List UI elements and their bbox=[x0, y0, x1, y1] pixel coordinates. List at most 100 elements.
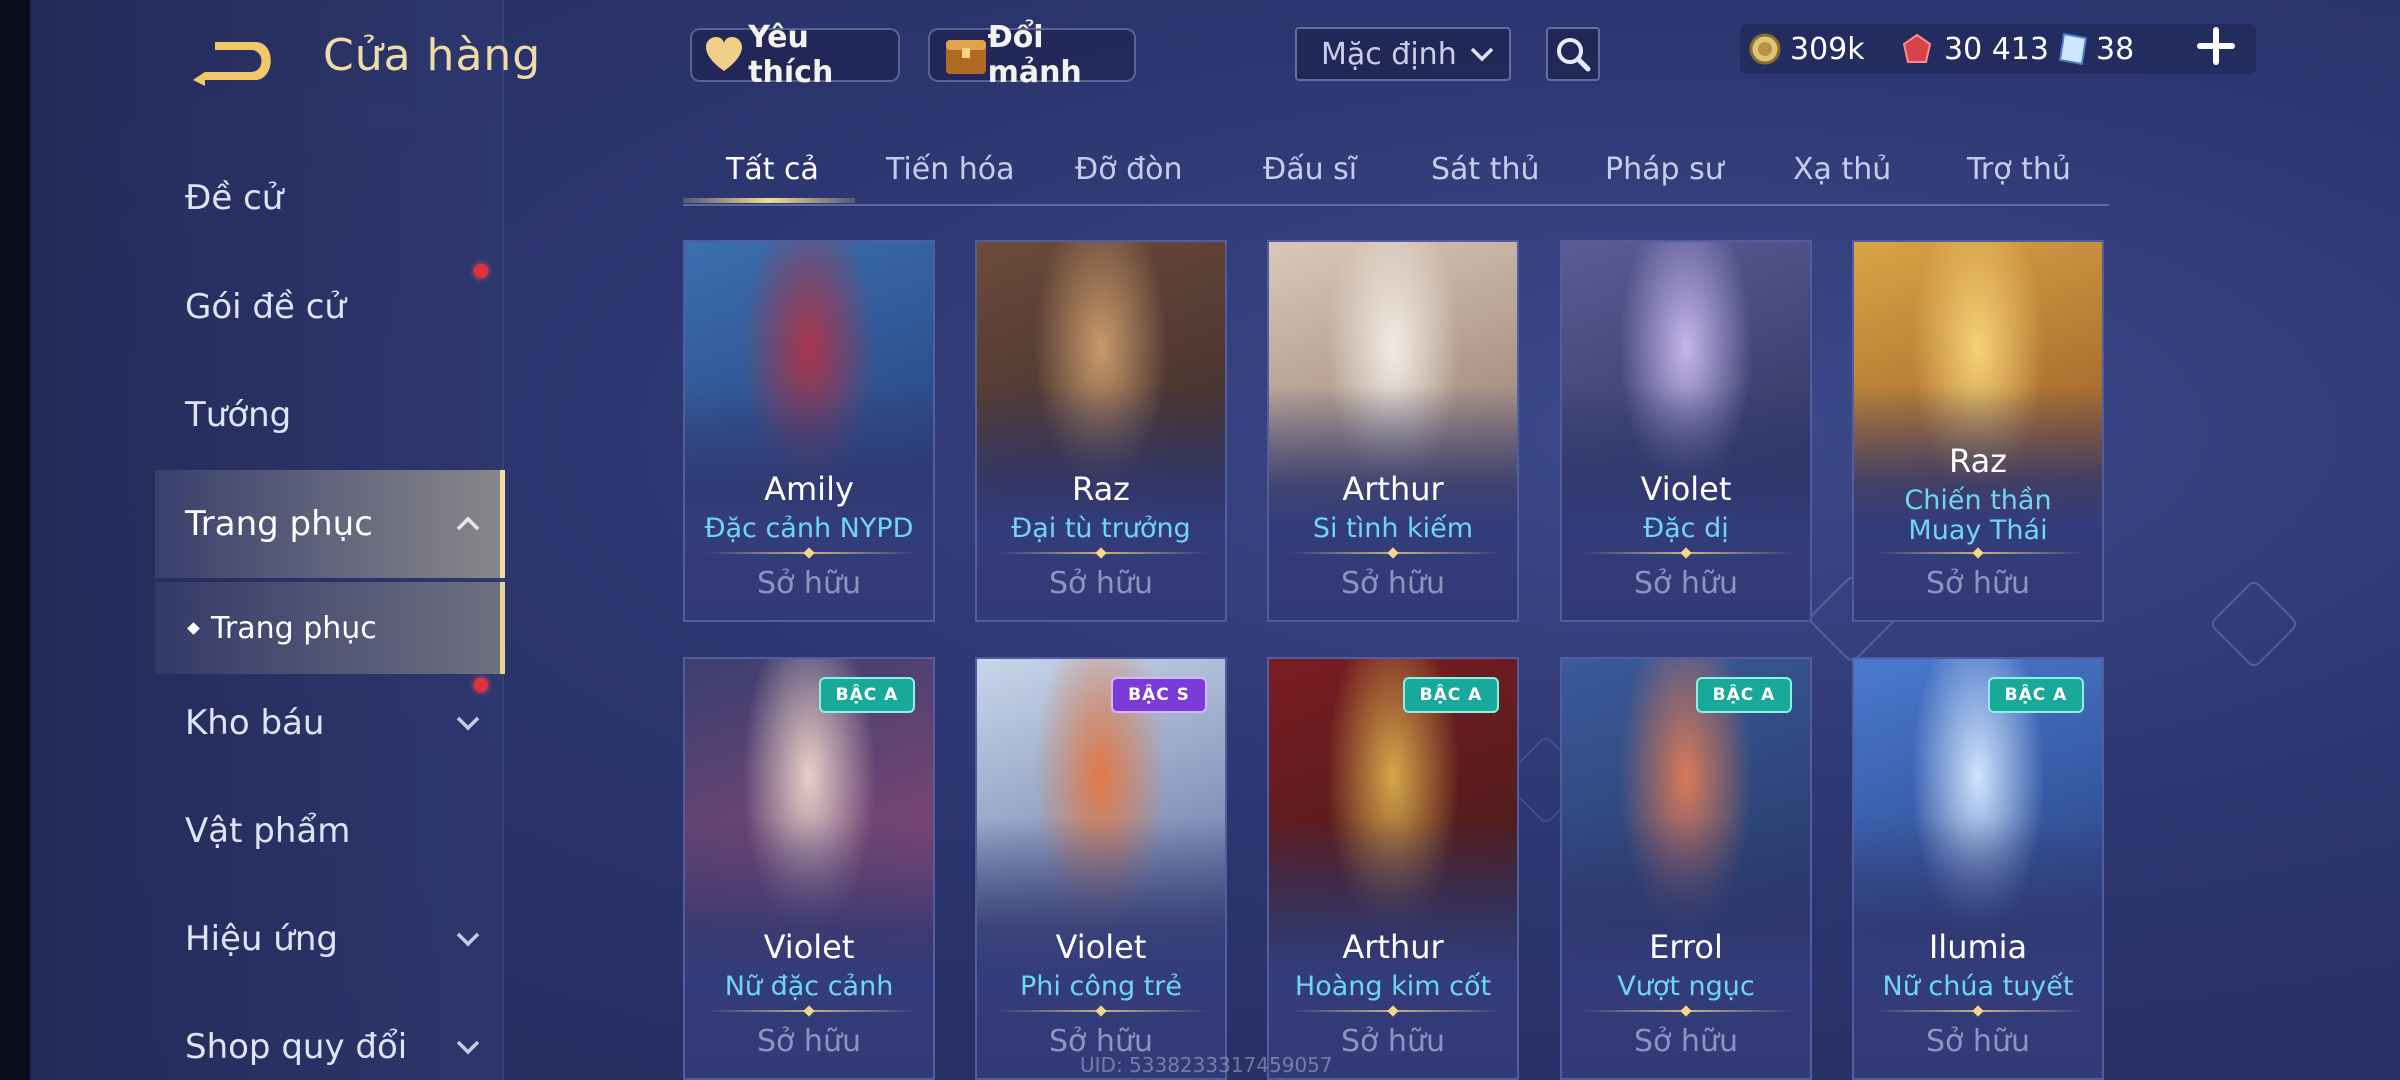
skin-name: Đặc dị bbox=[1643, 513, 1729, 544]
sort-dropdown-value: Mặc định bbox=[1321, 37, 1457, 72]
search-button[interactable] bbox=[1546, 27, 1600, 81]
category-tabs: Tất cả Tiến hóa Đỡ đòn Đấu sĩ Sát thủ Ph… bbox=[683, 140, 2109, 206]
skin-card[interactable]: BẬC A Violet Nữ đặc cảnh Sở hữu bbox=[683, 657, 935, 1080]
ownership-status: Sở hữu bbox=[757, 566, 861, 601]
sidebar-item-exchange-shop[interactable]: Shop quy đổi bbox=[155, 1002, 500, 1080]
tier-badge: BẬC A bbox=[1403, 677, 1499, 713]
tab-marksman[interactable]: Xạ thủ bbox=[1793, 152, 1891, 187]
voucher-icon bbox=[2058, 32, 2088, 66]
tier-badge: BẬC A bbox=[1696, 677, 1792, 713]
gold-amount: 309k bbox=[1790, 32, 1865, 67]
ownership-status: Sở hữu bbox=[1634, 1024, 1738, 1059]
hero-name: Violet bbox=[1640, 470, 1732, 508]
store-screen: Cửa hàng Đề cử Gói đề cử Tướng Trang phụ… bbox=[0, 0, 2400, 1080]
ownership-status: Sở hữu bbox=[1926, 1024, 2030, 1059]
skin-card[interactable]: BẬC S Violet Phi công trẻ Sở hữu bbox=[975, 657, 1227, 1080]
search-icon bbox=[1557, 38, 1591, 72]
hero-name: Arthur bbox=[1342, 928, 1444, 966]
ownership-status: Sở hữu bbox=[1634, 566, 1738, 601]
favorite-button[interactable]: Yêu thích bbox=[690, 20, 900, 90]
ruby-gem-icon bbox=[1902, 33, 1932, 63]
sidebar-item-skins[interactable]: Trang phục bbox=[155, 470, 505, 578]
treasure-chest-icon bbox=[946, 40, 986, 74]
plus-icon bbox=[2197, 27, 2235, 65]
add-currency-button[interactable] bbox=[2196, 26, 2236, 66]
sidebar-item-label: Đề cử bbox=[185, 178, 284, 218]
tab-support[interactable]: Trợ thủ bbox=[1967, 152, 2071, 187]
skin-name: Si tình kiếm bbox=[1312, 513, 1474, 544]
hero-name: Raz bbox=[1072, 470, 1130, 508]
ownership-status: Sở hữu bbox=[1926, 566, 2030, 601]
hero-name: Errol bbox=[1649, 928, 1723, 966]
tab-all[interactable]: Tất cả bbox=[726, 152, 819, 187]
skin-card[interactable]: BẬC A Arthur Hoàng kim cốt Sở hữu bbox=[1267, 657, 1519, 1080]
heart-icon bbox=[706, 37, 742, 71]
sidebar-item-effects[interactable]: Hiệu ứng bbox=[155, 894, 500, 984]
tab-assassin[interactable]: Sát thủ bbox=[1431, 152, 1540, 187]
chevron-up-icon bbox=[456, 516, 480, 531]
hero-name: Violet bbox=[1055, 928, 1147, 966]
tier-badge: BẬC A bbox=[1988, 677, 2084, 713]
tab-mage[interactable]: Pháp sư bbox=[1605, 152, 1724, 187]
sidebar-subitem-label: Trang phục bbox=[211, 610, 377, 646]
skin-name: Nữ chúa tuyết bbox=[1882, 971, 2074, 1002]
skin-name: Chiến thần Muay Thái bbox=[1904, 485, 2052, 546]
voucher-amount: 38 bbox=[2096, 32, 2135, 67]
user-id-watermark: UID: 5338233317459057 bbox=[1080, 1053, 1333, 1077]
sidebar-item-label: Tướng bbox=[185, 395, 292, 435]
hero-name: Ilumia bbox=[1928, 928, 2028, 966]
hero-name: Amily bbox=[764, 470, 854, 508]
sidebar-item-heroes[interactable]: Tướng bbox=[155, 370, 500, 460]
sidebar-item-label: Trang phục bbox=[185, 504, 373, 544]
back-arrow-icon bbox=[193, 42, 271, 86]
page-title: Cửa hàng bbox=[323, 30, 542, 81]
skin-card[interactable]: Raz Đại tù trưởng Sở hữu bbox=[975, 240, 1227, 622]
tier-badge: BẬC S bbox=[1111, 677, 1207, 713]
ownership-status: Sở hữu bbox=[1341, 566, 1445, 601]
tab-evolution[interactable]: Tiến hóa bbox=[886, 152, 1015, 187]
sidebar-item-label: Kho báu bbox=[185, 703, 325, 743]
gold-coin-icon bbox=[1749, 33, 1781, 65]
ownership-status: Sở hữu bbox=[1049, 566, 1153, 601]
tab-tank[interactable]: Đỡ đòn bbox=[1075, 152, 1183, 187]
tier-badge: BẬC A bbox=[819, 677, 915, 713]
bullet-diamond-icon bbox=[187, 622, 200, 635]
hero-name: Raz bbox=[1949, 442, 2007, 480]
exchange-shards-label: Đổi mảnh bbox=[987, 20, 1082, 90]
sidebar-item-treasure[interactable]: Kho báu bbox=[155, 678, 500, 768]
favorite-label: Yêu thích bbox=[748, 20, 834, 90]
tab-fighter[interactable]: Đấu sĩ bbox=[1263, 152, 1357, 187]
chevron-down-icon bbox=[456, 1040, 480, 1055]
chevron-down-icon bbox=[1470, 47, 1494, 62]
floating-diamond-decor bbox=[2208, 578, 2300, 670]
skin-card[interactable]: Raz Chiến thần Muay Thái Sở hữu bbox=[1852, 240, 2104, 622]
chevron-down-icon bbox=[456, 932, 480, 947]
sidebar-item-label: Gói đề cử bbox=[185, 287, 346, 327]
back-button[interactable] bbox=[185, 30, 285, 90]
sidebar-item-label: Hiệu ứng bbox=[185, 919, 338, 959]
sidebar-item-recommended[interactable]: Đề cử bbox=[155, 153, 500, 243]
ruby-amount: 30 413 bbox=[1944, 32, 2049, 67]
sort-dropdown[interactable]: Mặc định bbox=[1295, 27, 1511, 81]
hero-name: Violet bbox=[763, 928, 855, 966]
skin-name: Đặc cảnh NYPD bbox=[704, 513, 914, 544]
skin-card[interactable]: Violet Đặc dị Sở hữu bbox=[1560, 240, 1812, 622]
sidebar-item-items[interactable]: Vật phẩm bbox=[155, 786, 500, 876]
notification-dot bbox=[474, 678, 488, 692]
skin-name: Đại tù trưởng bbox=[1011, 513, 1191, 544]
currency-bar: 309k 30 413 38 bbox=[1740, 24, 2256, 74]
skin-name: Phi công trẻ bbox=[1020, 971, 1182, 1002]
chevron-down-icon bbox=[456, 716, 480, 731]
exchange-shards-button[interactable]: Đổi mảnh bbox=[928, 20, 1136, 90]
sidebar-item-label: Shop quy đổi bbox=[185, 1027, 408, 1067]
skin-card[interactable]: Arthur Si tình kiếm Sở hữu bbox=[1267, 240, 1519, 622]
skin-card[interactable]: BẬC A Ilumia Nữ chúa tuyết Sở hữu bbox=[1852, 657, 2104, 1080]
skin-name: Vượt ngục bbox=[1617, 971, 1755, 1002]
ownership-status: Sở hữu bbox=[757, 1024, 861, 1059]
notification-dot bbox=[474, 264, 488, 278]
skin-card[interactable]: BẬC A Errol Vượt ngục Sở hữu bbox=[1560, 657, 1812, 1080]
skin-card[interactable]: Amily Đặc cảnh NYPD Sở hữu bbox=[683, 240, 935, 622]
sidebar-item-recommended-bundles[interactable]: Gói đề cử bbox=[155, 262, 500, 352]
sidebar-item-label: Vật phẩm bbox=[185, 811, 351, 851]
sidebar-subitem-skins[interactable]: Trang phục bbox=[155, 582, 505, 674]
